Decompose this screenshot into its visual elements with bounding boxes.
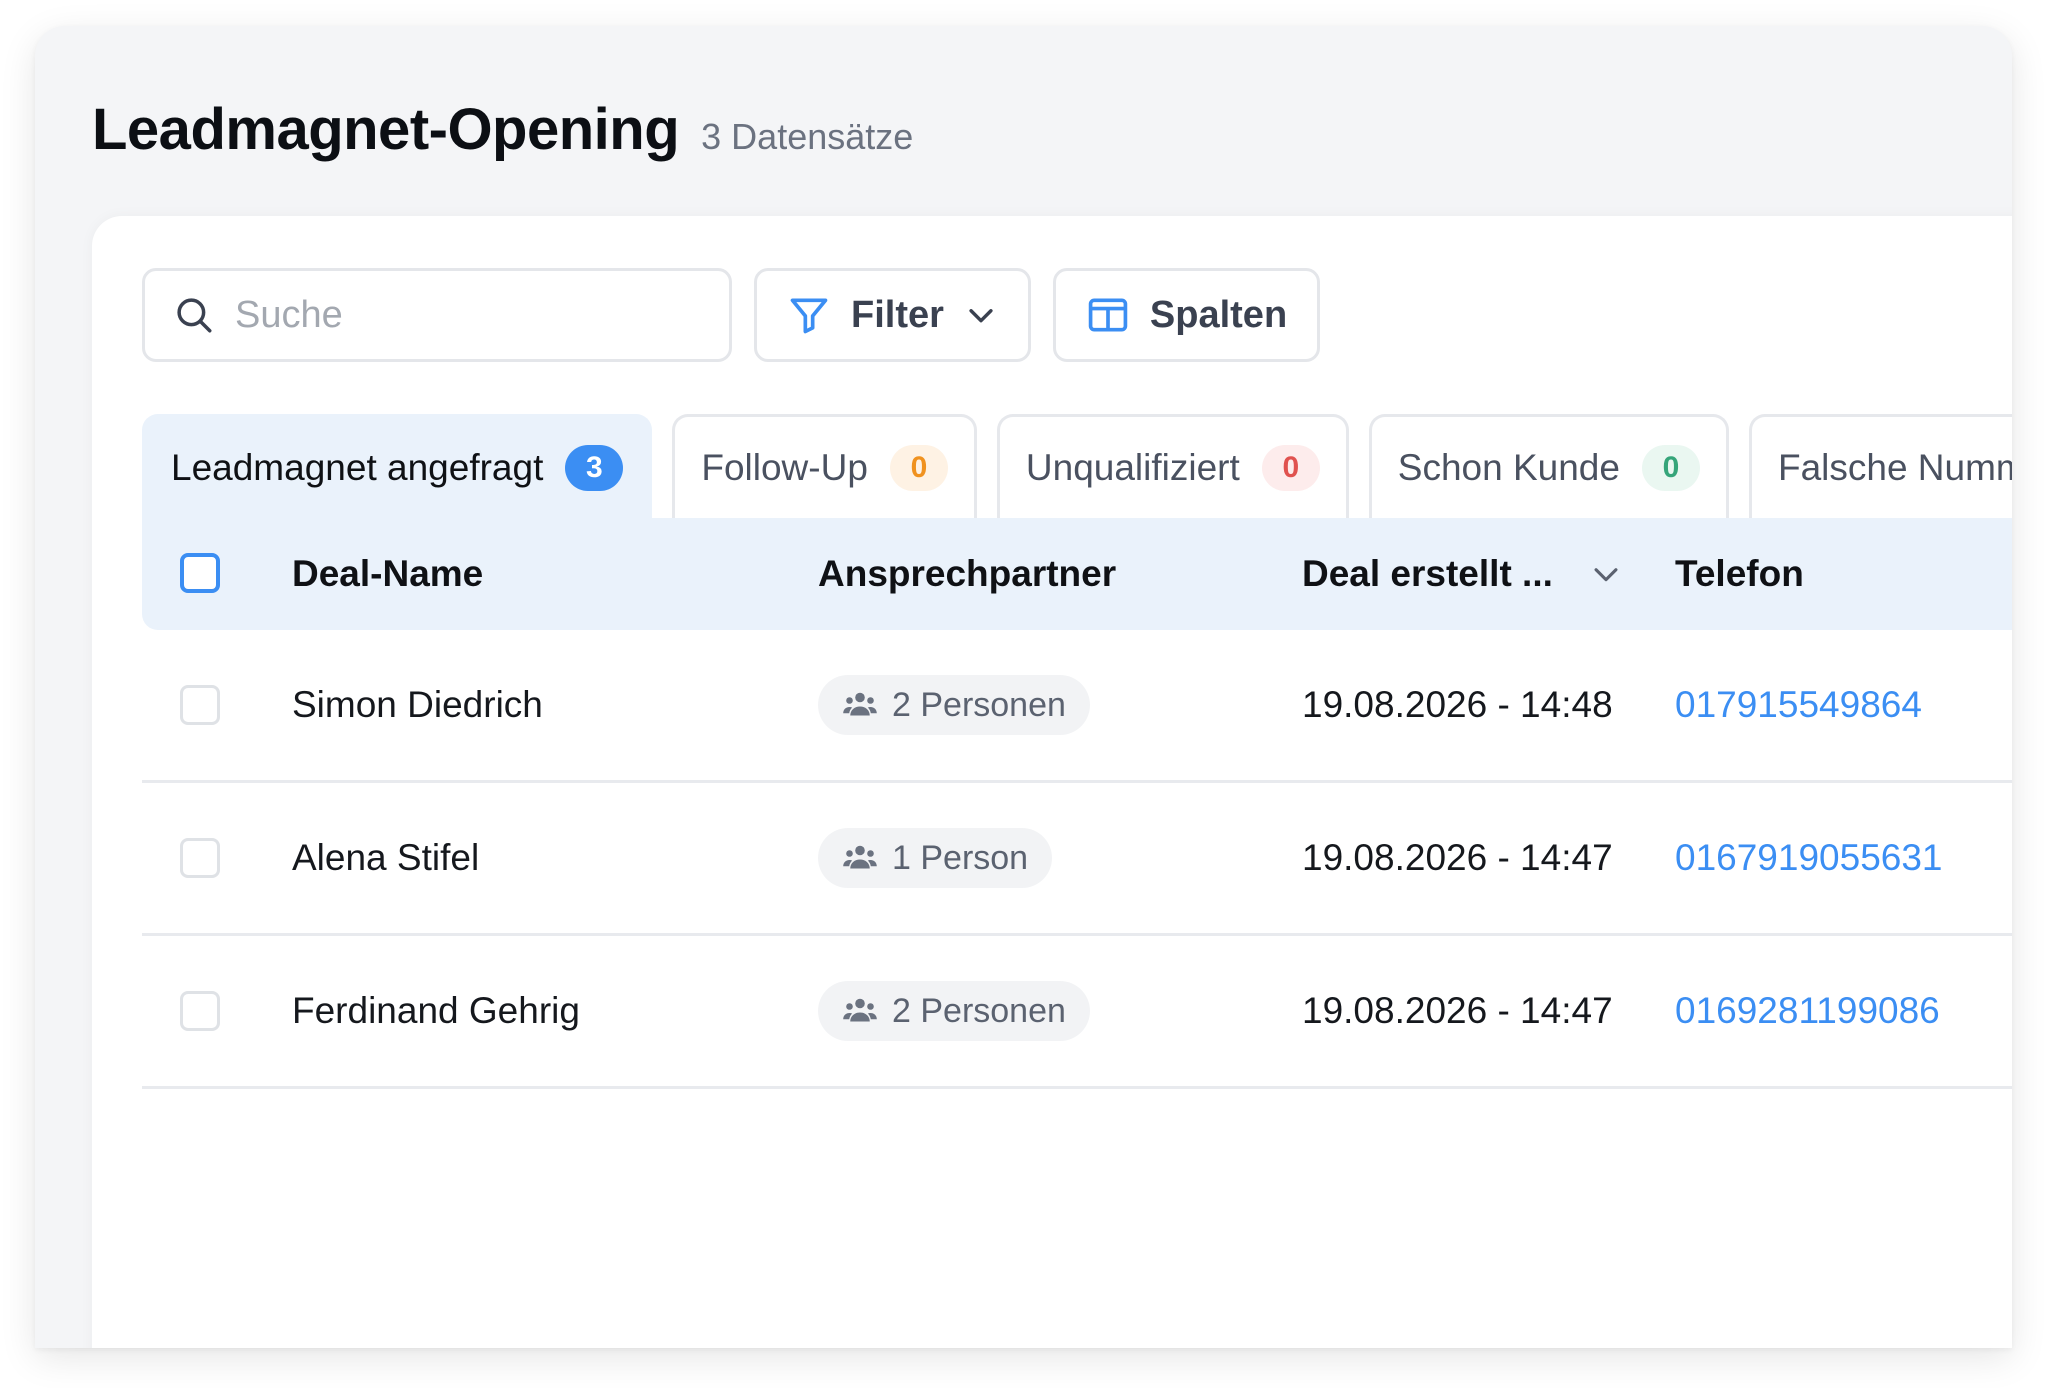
filter-button-label: Filter <box>851 293 944 336</box>
contacts-count: 1 Person <box>892 838 1029 877</box>
tab-follow-up[interactable]: Follow-Up 0 <box>672 414 977 518</box>
deal-name-cell[interactable]: Simon Diedrich <box>292 630 543 780</box>
tab-label: Falsche Numm <box>1777 446 2012 488</box>
row-checkbox[interactable] <box>180 991 220 1031</box>
toolbar: Filter Spalten <box>142 268 1321 362</box>
search-input[interactable] <box>233 292 697 338</box>
tab-schon-kunde[interactable]: Schon Kunde 0 <box>1368 414 1729 518</box>
column-header-label: Ansprechpartner <box>818 553 1117 594</box>
people-icon <box>843 845 877 869</box>
tab-leadmagnet-angefragt[interactable]: Leadmagnet angefragt 3 <box>142 414 653 518</box>
table-row[interactable]: Simon Diedrich 2 Personen 19.08.2026 - 1… <box>142 630 2012 783</box>
created-date-cell: 19.08.2026 - 14:48 <box>1302 684 1613 725</box>
search-icon <box>177 298 212 333</box>
columns-icon <box>1088 298 1128 332</box>
tab-label: Follow-Up <box>701 446 868 488</box>
created-date-cell: 19.08.2026 - 14:47 <box>1302 990 1613 1031</box>
row-checkbox[interactable] <box>180 685 220 725</box>
column-header-deal-erstellt[interactable]: Deal erstellt ... <box>1302 518 1623 630</box>
column-header-ansprechpartner[interactable]: Ansprechpartner <box>818 518 1116 630</box>
column-header-label: Deal-Name <box>292 553 484 594</box>
tab-count-badge: 0 <box>889 444 948 491</box>
columns-button[interactable]: Spalten <box>1052 268 1321 362</box>
deal-name-cell[interactable]: Alena Stifel <box>292 783 479 933</box>
column-header-telefon[interactable]: Telefon <box>1675 518 1804 630</box>
table-header: Deal-Name Ansprechpartner Deal erstellt … <box>142 518 2012 630</box>
people-icon <box>843 998 877 1022</box>
contacts-count: 2 Personen <box>892 991 1066 1030</box>
column-header-label: Deal erstellt ... <box>1302 553 1553 594</box>
contacts-pill[interactable]: 1 Person <box>818 828 1053 888</box>
filter-icon <box>790 298 828 334</box>
table-row[interactable]: Ferdinand Gehrig 2 Personen 19.08.2026 -… <box>142 936 2012 1089</box>
contacts-cell: 2 Personen <box>818 936 1090 1086</box>
people-icon <box>843 692 877 716</box>
row-checkbox[interactable] <box>180 838 220 878</box>
app-window: Leadmagnet-Opening 3 Datensätze Filter <box>35 26 2012 1348</box>
contacts-pill[interactable]: 2 Personen <box>818 981 1090 1041</box>
tab-label: Leadmagnet angefragt <box>171 446 544 488</box>
tab-label: Unqualifiziert <box>1025 446 1240 488</box>
table-row[interactable]: Alena Stifel 1 Person 19.08.2026 - 14:47… <box>142 783 2012 936</box>
contacts-cell: 2 Personen <box>818 630 1090 780</box>
phone-link[interactable]: 017915549864 <box>1675 630 1922 780</box>
tab-unqualifiziert[interactable]: Unqualifiziert 0 <box>996 414 1349 518</box>
column-header-label: Telefon <box>1675 553 1804 594</box>
tab-falsche-nummer[interactable]: Falsche Numm <box>1748 414 2012 518</box>
filter-button[interactable]: Filter <box>754 268 1031 362</box>
phone-link[interactable]: 0167919055631 <box>1675 783 1943 933</box>
record-count: 3 Datensätze <box>701 116 914 157</box>
deal-name-cell[interactable]: Ferdinand Gehrig <box>292 936 580 1086</box>
tab-count-badge: 0 <box>1641 444 1700 491</box>
table-card: Filter Spalten Leadmagnet angefragt 3 <box>92 216 2012 1348</box>
tab-count-badge: 0 <box>1261 444 1320 491</box>
created-date-cell: 19.08.2026 - 14:47 <box>1302 837 1613 878</box>
contacts-cell: 1 Person <box>818 783 1053 933</box>
column-header-deal-name[interactable]: Deal-Name <box>292 518 483 630</box>
phone-link[interactable]: 0169281199086 <box>1675 936 1940 1086</box>
tab-label: Schon Kunde <box>1397 446 1620 488</box>
page-title: Leadmagnet-Opening <box>92 97 680 162</box>
status-tabs: Leadmagnet angefragt 3 Follow-Up 0 Unqua… <box>142 414 2012 518</box>
columns-button-label: Spalten <box>1149 293 1288 336</box>
tab-count-badge: 3 <box>565 444 624 491</box>
contacts-pill[interactable]: 2 Personen <box>818 675 1090 735</box>
select-all-checkbox[interactable] <box>180 553 220 593</box>
page-header: Leadmagnet-Opening 3 Datensätze <box>92 96 913 163</box>
chevron-down-icon[interactable] <box>1589 557 1623 591</box>
search-box[interactable] <box>142 268 732 362</box>
chevron-down-icon <box>969 309 993 323</box>
contacts-count: 2 Personen <box>892 685 1066 724</box>
